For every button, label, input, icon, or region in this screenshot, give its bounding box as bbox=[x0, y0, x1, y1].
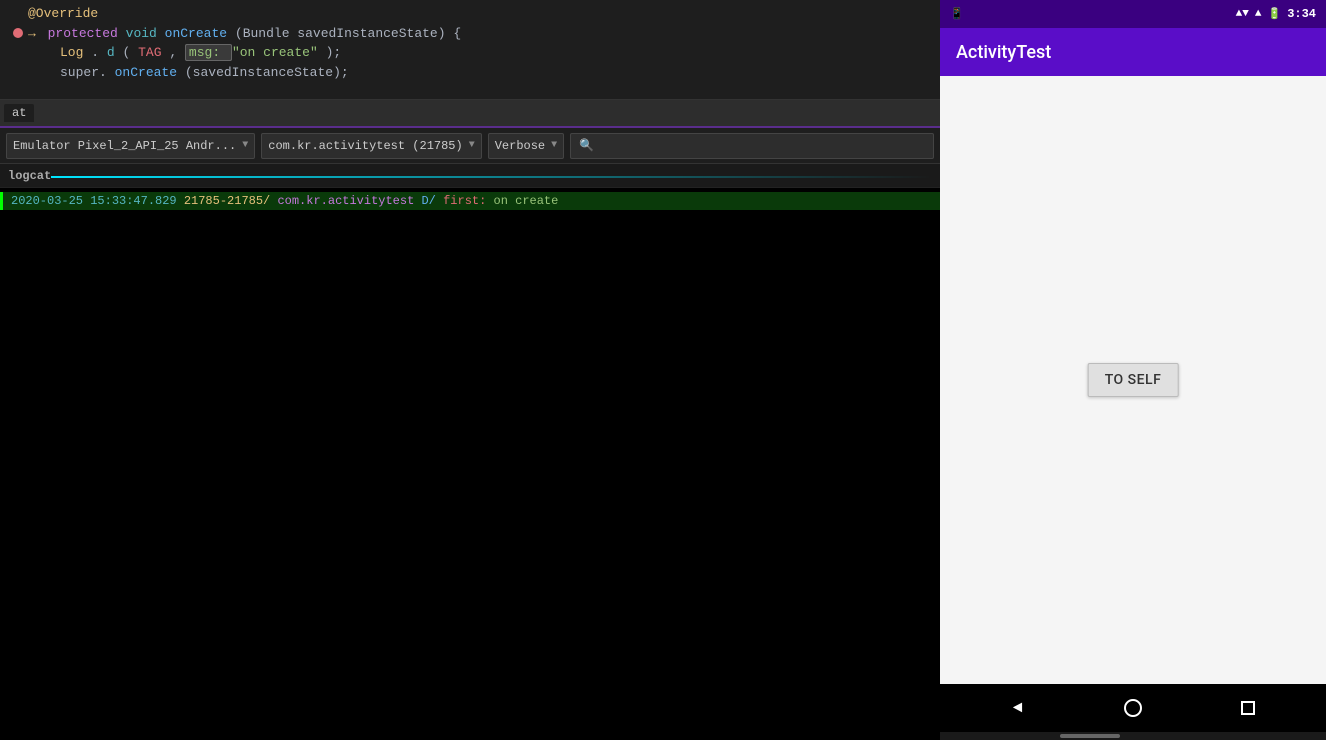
recents-icon bbox=[1241, 701, 1255, 715]
kw-paren3: ); bbox=[326, 45, 342, 60]
breakpoint-area-2[interactable] bbox=[8, 28, 28, 38]
wifi-icon: ▲▼ bbox=[1236, 8, 1249, 20]
nav-home-button[interactable] bbox=[1113, 688, 1153, 728]
code-line-3: Log . d ( TAG , msg: "on create" ); bbox=[8, 43, 932, 63]
code-text-1: @Override bbox=[28, 4, 932, 24]
breakpoint-dot[interactable] bbox=[13, 28, 23, 38]
code-text-3: Log . d ( TAG , msg: "on create" ); bbox=[28, 43, 932, 63]
kw-super-oncreate: onCreate bbox=[115, 65, 177, 80]
kw-oncreate: onCreate bbox=[165, 26, 227, 41]
tab-strip: at bbox=[0, 100, 940, 128]
logcat-toolbar: Emulator Pixel_2_API_25 Andr... ▼ com.kr… bbox=[0, 128, 940, 164]
code-text-4: super. onCreate (savedInstanceState); bbox=[28, 63, 932, 83]
tab-at[interactable]: at bbox=[4, 104, 34, 122]
device-selector-label: Emulator Pixel_2_API_25 Andr... bbox=[13, 139, 236, 153]
search-icon: 🔍 bbox=[579, 138, 594, 153]
scrollbar-thumb[interactable] bbox=[1060, 734, 1120, 738]
log-message: on create bbox=[494, 194, 559, 208]
code-line-1: @Override bbox=[8, 4, 932, 24]
signal-icon: ▲ bbox=[1255, 8, 1262, 20]
log-pid: 21785-21785/ bbox=[184, 194, 270, 208]
kw-super: super. bbox=[60, 65, 107, 80]
logcat-label: logcat bbox=[8, 169, 51, 183]
kw-dot1: . bbox=[91, 45, 99, 60]
app-title: ActivityTest bbox=[956, 42, 1051, 63]
log-line-1: 2020-03-25 15:33:47.829 21785-21785/ com… bbox=[0, 192, 940, 210]
level-selector[interactable]: Verbose ▼ bbox=[488, 133, 564, 159]
annotation-override: @Override bbox=[28, 6, 98, 21]
kw-protected: protected bbox=[48, 26, 126, 41]
code-text-2: → protected void onCreate (Bundle savedI… bbox=[28, 24, 932, 44]
log-package: com.kr.activitytest bbox=[277, 194, 421, 208]
status-time: 3:34 bbox=[1287, 7, 1316, 21]
kw-void: void bbox=[126, 26, 165, 41]
home-icon bbox=[1124, 699, 1142, 717]
device-selector[interactable]: Emulator Pixel_2_API_25 Andr... ▼ bbox=[6, 133, 255, 159]
app-content: TO SELF bbox=[940, 76, 1326, 684]
scrollbar-area bbox=[940, 732, 1326, 740]
kw-comma: , bbox=[169, 45, 185, 60]
nav-recents-button[interactable] bbox=[1228, 688, 1268, 728]
emulator-panel: 📱 ▲▼ ▲ 🔋 3:34 ActivityTest TO SELF ◄ bbox=[940, 0, 1326, 740]
kw-d: d bbox=[107, 45, 115, 60]
nav-back-button[interactable]: ◄ bbox=[998, 688, 1038, 728]
code-line-2: → protected void onCreate (Bundle savedI… bbox=[8, 24, 932, 44]
package-selector-arrow-icon: ▼ bbox=[469, 140, 475, 151]
kw-msg-box: msg: bbox=[185, 44, 232, 61]
status-bar: 📱 ▲▼ ▲ 🔋 3:34 bbox=[940, 0, 1326, 28]
status-right: ▲▼ ▲ 🔋 3:34 bbox=[1236, 7, 1316, 21]
kw-tag: TAG bbox=[138, 45, 161, 60]
logcat-content: 2020-03-25 15:33:47.829 21785-21785/ com… bbox=[0, 188, 940, 740]
kw-string: "on create" bbox=[232, 45, 318, 60]
logcat-label-bar: logcat bbox=[0, 164, 940, 188]
level-selector-label: Verbose bbox=[495, 139, 545, 153]
device-selector-arrow-icon: ▼ bbox=[242, 140, 248, 151]
log-level: D/ bbox=[421, 194, 435, 208]
kw-super-paren: (savedInstanceState); bbox=[185, 65, 349, 80]
phone-icon: 📱 bbox=[950, 7, 964, 21]
app-toolbar: ActivityTest bbox=[940, 28, 1326, 76]
code-line-4: super. onCreate (savedInstanceState); bbox=[8, 63, 932, 83]
battery-icon: 🔋 bbox=[1267, 7, 1281, 21]
debug-arrow-icon: → bbox=[28, 26, 36, 41]
status-left: 📱 bbox=[950, 7, 964, 21]
navigation-bar: ◄ bbox=[940, 684, 1326, 732]
back-icon: ◄ bbox=[1013, 699, 1023, 717]
log-timestamp: 2020-03-25 15:33:47.829 bbox=[11, 194, 184, 208]
level-selector-arrow-icon: ▼ bbox=[551, 140, 557, 151]
log-tag: first: bbox=[443, 194, 493, 208]
logcat-search[interactable]: 🔍 bbox=[570, 133, 934, 159]
kw-paren2: ( bbox=[122, 45, 130, 60]
kw-paren1: (Bundle savedInstanceState) { bbox=[235, 26, 461, 41]
package-selector-label: com.kr.activitytest (21785) bbox=[268, 139, 462, 153]
package-selector[interactable]: com.kr.activitytest (21785) ▼ bbox=[261, 133, 481, 159]
to-self-button[interactable]: TO SELF bbox=[1088, 363, 1179, 397]
code-editor: @Override → protected void onCreate (Bun… bbox=[0, 0, 940, 100]
ide-panel: @Override → protected void onCreate (Bun… bbox=[0, 0, 940, 740]
kw-log: Log bbox=[60, 45, 83, 60]
